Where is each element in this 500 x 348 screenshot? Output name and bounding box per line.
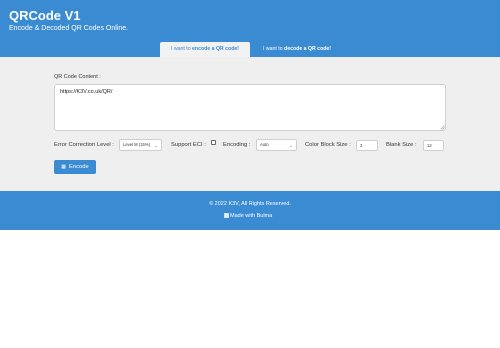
- encoding-label: Encoding :: [223, 142, 251, 148]
- qr-content-label: QR Code Content :: [54, 74, 101, 80]
- chevron-down-icon: ⌄: [288, 143, 293, 149]
- made-with-bulma-link[interactable]: Made with Bulma: [224, 213, 272, 219]
- error-correction-value: Level M (15%): [123, 142, 150, 147]
- encode-button-label: Encode: [69, 164, 89, 170]
- encoding-select[interactable]: Auto ⌄: [256, 139, 297, 151]
- support-eci-label: Support ECI :: [171, 142, 206, 148]
- tab-encode[interactable]: I want to encode a QR code!: [160, 42, 250, 57]
- footer: [0, 191, 500, 230]
- error-correction-select[interactable]: Level M (15%) ⌄: [119, 139, 162, 151]
- broken-image-icon: [224, 213, 229, 218]
- color-block-size-label: Color Block Size :: [305, 142, 351, 148]
- resize-grip-icon[interactable]: [440, 125, 445, 130]
- support-eci-checkbox[interactable]: [211, 140, 216, 145]
- chevron-down-icon: ⌄: [153, 143, 158, 149]
- tab-encode-label: encode a QR code!: [192, 46, 240, 52]
- app-subtitle: Encode & Decoded QR Codes Online.: [9, 25, 129, 32]
- tab-decode-prefix: I want to: [262, 46, 283, 52]
- encode-button[interactable]: ▦ Encode: [54, 160, 96, 174]
- tab-decode[interactable]: I want to decode a QR code!: [251, 42, 343, 57]
- grid-icon: ▦: [61, 164, 67, 170]
- error-correction-label: Error Correction Level :: [54, 142, 114, 148]
- mode-tabs: I want to encode a QR code! I want to de…: [0, 42, 500, 57]
- made-with-bulma-text: Made with Bulma: [230, 213, 273, 219]
- copyright-text: © 2022 K3V, All Rights Reserved.: [209, 201, 291, 207]
- qr-content-textarea[interactable]: https://K3V.co.uk/QR/: [54, 84, 446, 131]
- blank-size-label: Blank Size :: [386, 142, 417, 148]
- app-title: QRCode V1: [9, 8, 81, 23]
- color-block-size-input[interactable]: 3: [356, 140, 378, 151]
- blank-size-input[interactable]: 12: [423, 140, 444, 151]
- tab-encode-prefix: I want to: [170, 46, 191, 52]
- tab-decode-label: decode a QR code!: [284, 46, 332, 52]
- encoding-value: Auto: [260, 142, 269, 147]
